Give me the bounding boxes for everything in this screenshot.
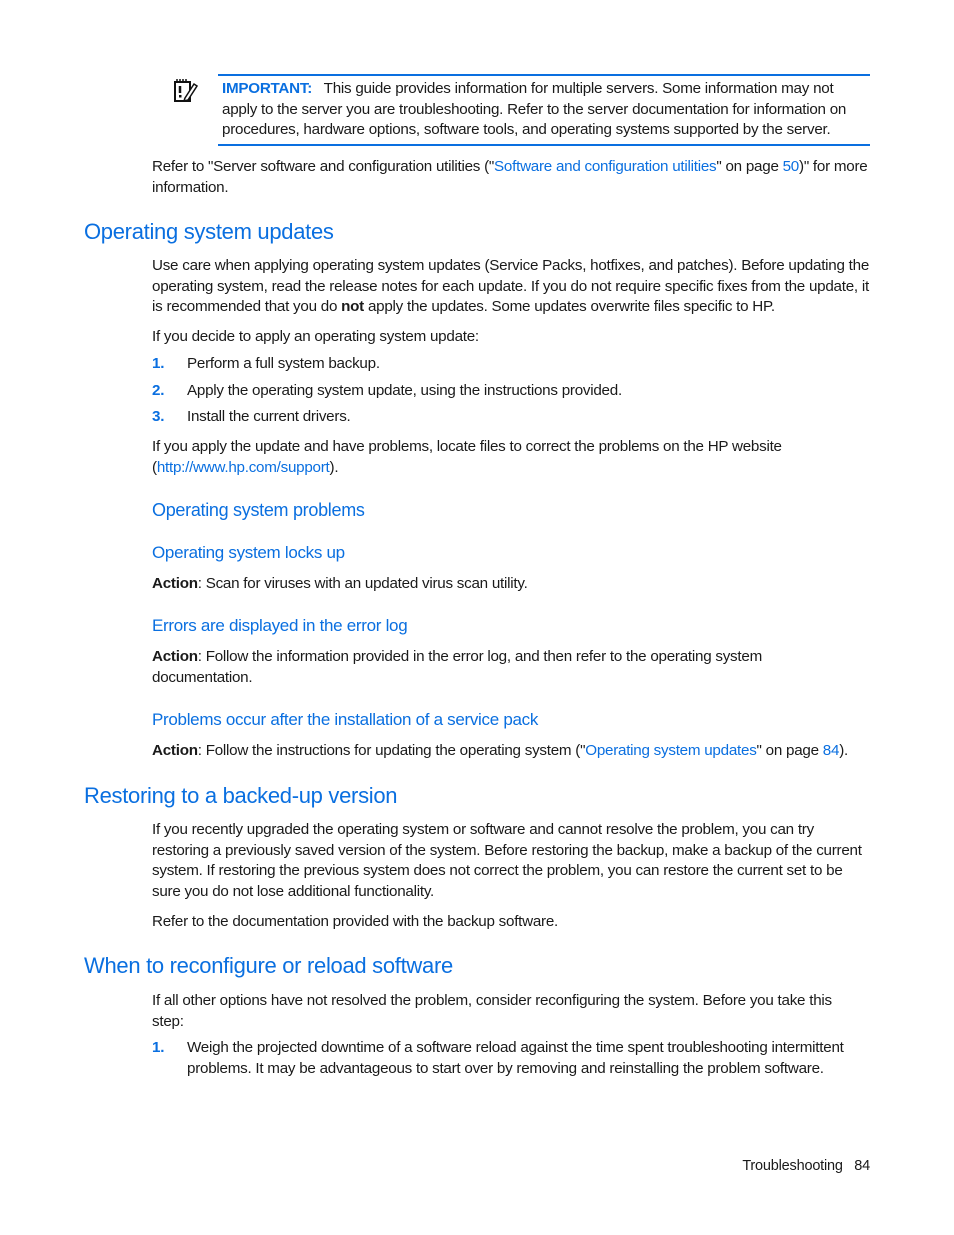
note-label: IMPORTANT: xyxy=(222,80,313,97)
page-84-link[interactable]: 84 xyxy=(823,742,840,759)
heading-reconfigure: When to reconfigure or reload software xyxy=(84,953,453,978)
list-item: 1. Perform a full system backup. xyxy=(152,354,872,381)
action-errors-log: Action: Follow the information provided … xyxy=(152,647,812,688)
list-item: 3. Install the current drivers. xyxy=(152,407,872,428)
step-number: 1. xyxy=(152,355,165,372)
refer-text-mid: " on page xyxy=(716,158,783,175)
restoring-para2: Refer to the documentation provided with… xyxy=(152,913,559,930)
action-text-mid: " on page xyxy=(756,742,823,759)
os-updates-para2: If you decide to apply an operating syst… xyxy=(152,328,479,345)
action-os-locks-up: Action: Scan for viruses with an updated… xyxy=(152,574,872,595)
step-number: 3. xyxy=(152,408,165,425)
action-label: Action xyxy=(152,742,198,759)
action-text-post: ). xyxy=(839,742,848,759)
heading-os-updates: Operating system updates xyxy=(84,219,334,244)
note-top-rule xyxy=(218,74,870,76)
notepad-pencil-icon xyxy=(172,78,199,104)
restoring-para1: If you recently upgraded the operating s… xyxy=(152,821,862,900)
action-label: Action xyxy=(152,575,198,592)
action-service-pack: Action: Follow the instructions for upda… xyxy=(152,741,882,762)
heading-errors-log: Errors are displayed in the error log xyxy=(152,616,408,635)
step-text: Weigh the projected downtime of a softwa… xyxy=(187,1039,844,1077)
action-text-pre: : Follow the instructions for updating t… xyxy=(197,742,586,759)
heading-os-problems: Operating system problems xyxy=(152,500,365,520)
note-bottom-rule xyxy=(218,144,870,146)
step-text: Perform a full system backup. xyxy=(187,355,380,372)
os-updates-para1: Use care when applying operating system … xyxy=(152,256,872,318)
page-footer: Troubleshooting 84 xyxy=(742,1158,870,1174)
list-item: 1. Weigh the projected downtime of a sof… xyxy=(152,1038,872,1079)
refer-text-pre: Refer to "Server software and configurat… xyxy=(152,158,495,175)
para3-post: ). xyxy=(329,458,339,476)
step-number: 1. xyxy=(152,1039,165,1056)
os-updates-para3: If you apply the update and have problem… xyxy=(152,437,822,478)
reconfigure-para1: If all other options have not resolved t… xyxy=(152,992,832,1030)
reconfigure-steps: 1. Weigh the projected downtime of a sof… xyxy=(152,1038,872,1079)
os-updates-steps: 1. Perform a full system backup. 2. Appl… xyxy=(152,354,872,428)
refer-paragraph: Refer to "Server software and configurat… xyxy=(152,157,872,198)
important-note: IMPORTANT: This guide provides informati… xyxy=(168,74,870,146)
action-label: Action xyxy=(152,648,198,665)
para1-bold: not xyxy=(341,298,364,315)
os-updates-link[interactable]: Operating system updates xyxy=(585,742,757,759)
step-number: 2. xyxy=(152,382,165,399)
heading-restoring: Restoring to a backed-up version xyxy=(84,783,398,808)
note-body: This guide provides information for mult… xyxy=(222,80,847,138)
action-text: : Scan for viruses with an updated virus… xyxy=(197,575,528,592)
step-text: Apply the operating system update, using… xyxy=(187,382,622,399)
note-text: IMPORTANT: This guide provides informati… xyxy=(222,79,872,141)
page-50-link[interactable]: 50 xyxy=(783,158,800,175)
para1-post: apply the updates. Some updates overwrit… xyxy=(363,298,775,315)
step-text: Install the current drivers. xyxy=(187,408,351,425)
hp-support-link[interactable]: http://www.hp.com/support xyxy=(157,459,330,476)
heading-service-pack: Problems occur after the installation of… xyxy=(152,710,539,729)
footer-section: Troubleshooting xyxy=(742,1158,843,1174)
software-utilities-link[interactable]: Software and configuration utilities xyxy=(494,158,717,175)
list-item: 2. Apply the operating system update, us… xyxy=(152,381,872,407)
page-number: 84 xyxy=(854,1158,870,1174)
action-text: : Follow the information provided in the… xyxy=(152,648,762,686)
heading-os-locks-up: Operating system locks up xyxy=(152,543,345,562)
